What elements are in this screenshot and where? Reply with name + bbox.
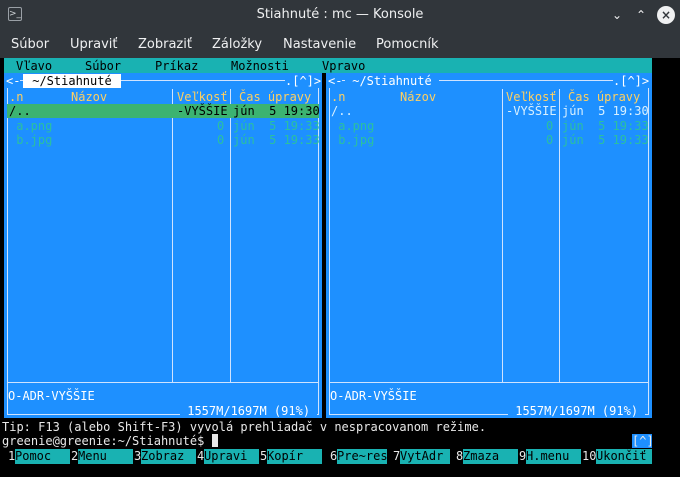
column-header-size[interactable]: Veľkosť	[177, 90, 228, 104]
window-title: Stiahnuté : mc — Konsole	[256, 7, 424, 22]
panel-corner-right[interactable]: .[^]>	[613, 74, 650, 88]
column-header-n[interactable]: .n	[331, 90, 345, 104]
file-name[interactable]: a.png	[331, 119, 374, 133]
column-header-name[interactable]: Názov	[400, 90, 436, 104]
file-size: 0	[546, 133, 554, 147]
file-time: jún 5 19:33	[562, 119, 649, 133]
column-header-name[interactable]: Názov	[71, 90, 107, 104]
function-key-bar: 1 Pomoc 2 Menu 3 Zobraz 4 Upravi 5 Kopír 6 Pre…	[0, 449, 680, 464]
konsole-menubar: Súbor Upraviť Zobraziť Záložky Nastaveni…	[0, 30, 680, 58]
file-name[interactable]: b.jpg	[9, 133, 52, 147]
menu-zalozky[interactable]: Záložky	[212, 37, 262, 52]
panel-corner-right[interactable]: .[^]>	[285, 74, 322, 88]
file-size: 0	[546, 119, 554, 133]
file-time: jún 5 19:33	[233, 119, 320, 133]
menu-subor[interactable]: Súbor	[11, 37, 49, 52]
mini-status: O-ADR-VYŠŠIE	[8, 389, 95, 403]
minimize-icon[interactable]: ⌄	[610, 8, 624, 22]
panel-corner-left[interactable]: <-	[328, 74, 343, 88]
panel-path: ~/Stiahnuté	[345, 74, 439, 88]
menu-upravit[interactable]: Upraviť	[70, 37, 117, 52]
command-prompt[interactable]: greenie@greenie:~/Stiahnuté$	[2, 434, 218, 448]
column-header-time[interactable]: Čas úpravy	[568, 90, 640, 104]
disk-free: 1557M/1697M (91%)	[180, 404, 318, 418]
panel-corner-left[interactable]: <-	[6, 74, 21, 88]
left-panel[interactable]: <- ~/Stiahnuté .[^]> .n Názov Veľkosť Ča…	[4, 73, 322, 418]
file-size: 0	[217, 133, 225, 147]
fkey-label: H.menu	[526, 449, 581, 464]
mc-menu-subor[interactable]: Súbor	[85, 59, 121, 73]
file-name[interactable]: a.png	[9, 119, 52, 133]
menu-pomocnik[interactable]: Pomocník	[376, 37, 438, 52]
mc-menubar: Vľavo Súbor Príkaz Možnosti Vpravo	[4, 58, 652, 73]
panel-separator	[329, 382, 649, 383]
fkey-label: Pomoc	[15, 449, 70, 464]
hint-line: Tip: F13 (alebo Shift-F3) vyvolá prehlia…	[2, 420, 487, 434]
mc-menu-vlavo[interactable]: Vľavo	[16, 59, 52, 73]
fkey-label: Pre~res	[337, 449, 388, 464]
title-bar: >_ Stiahnuté : mc — Konsole ⌄ ⌃ ×	[0, 0, 680, 30]
column-header-size[interactable]: Veľkosť	[506, 90, 557, 104]
text-cursor	[211, 434, 218, 447]
file-time: jún 5 19:30	[562, 104, 649, 118]
konsole-window: >_ Stiahnuté : mc — Konsole ⌄ ⌃ × Súbor …	[0, 0, 680, 477]
right-panel[interactable]: <- ~/Stiahnuté .[^]> .n Názov Veľkosť Ča…	[326, 73, 652, 418]
fkey-label: Zmaza	[463, 449, 518, 464]
file-time: jún 5 19:33	[562, 133, 649, 147]
menu-zobrazit[interactable]: Zobraziť	[138, 37, 192, 52]
prompt-text: greenie@greenie:~/Stiahnuté$	[2, 434, 212, 448]
fkey-label: Zobraz	[141, 449, 196, 464]
file-name[interactable]: /..	[331, 104, 353, 118]
mc-menu-vpravo[interactable]: Vpravo	[322, 59, 365, 73]
mc-menu-prikaz[interactable]: Príkaz	[155, 59, 198, 73]
column-separator	[502, 89, 503, 382]
column-separator	[559, 89, 560, 382]
file-size: -VYŠŠIE	[506, 104, 557, 118]
file-size: 0	[217, 119, 225, 133]
fkey-label: Kopír	[267, 449, 322, 464]
disk-free: 1557M/1697M (91%)	[508, 404, 646, 418]
column-separator	[172, 89, 173, 382]
column-header-time[interactable]: Čas úpravy	[239, 90, 311, 104]
file-time: jún 5 19:33	[233, 133, 320, 147]
fkey-number: 10	[582, 449, 597, 463]
file-time: jún 5 19:30	[233, 104, 320, 118]
panel-separator	[7, 382, 319, 383]
file-name[interactable]: /..	[9, 104, 31, 118]
panel-path: ~/Stiahnuté	[23, 74, 121, 88]
history-button[interactable]: [^]	[632, 434, 654, 448]
mc-menu-moznosti[interactable]: Možnosti	[231, 59, 289, 73]
fkey-label: VytAdr	[400, 449, 450, 464]
menu-nastavenie[interactable]: Nastavenie	[283, 37, 356, 52]
mini-status: O-ADR-VYŠŠIE	[330, 389, 417, 403]
close-icon[interactable]: ×	[657, 6, 675, 24]
terminal-area[interactable]: Vľavo Súbor Príkaz Možnosti Vpravo <- ~/…	[0, 58, 680, 477]
file-size: -VYŠŠIE	[177, 104, 228, 118]
column-header-n[interactable]: .n	[9, 90, 23, 104]
fkey-label: Ukončiť	[596, 449, 652, 464]
column-separator	[230, 89, 231, 382]
fkey-label: Menu	[78, 449, 133, 464]
fkey-label: Upravi	[204, 449, 259, 464]
maximize-icon[interactable]: ⌃	[634, 8, 648, 22]
file-name[interactable]: b.jpg	[331, 133, 374, 147]
